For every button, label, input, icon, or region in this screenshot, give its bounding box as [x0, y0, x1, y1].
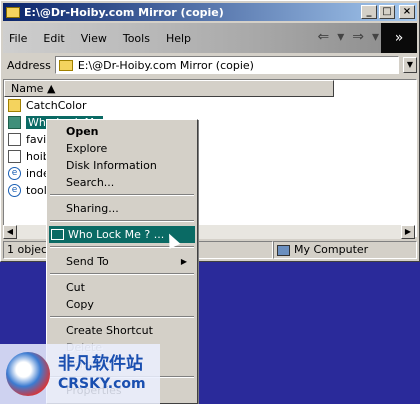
address-dropdown-button[interactable]: ▼ — [403, 57, 417, 73]
logo-icon — [6, 352, 50, 396]
menu-separator — [50, 220, 194, 222]
folder-icon — [58, 59, 73, 71]
address-value: E:\@Dr-Hoiby.com Mirror (copie) — [77, 58, 254, 72]
folder-icon — [8, 116, 21, 129]
menu-item-send-to[interactable]: Send To ▶ — [49, 253, 195, 270]
windows-logo-icon: » — [381, 23, 417, 53]
menu-file[interactable]: File — [9, 32, 27, 45]
internet-explorer-icon: e — [8, 167, 21, 180]
menu-help[interactable]: Help — [166, 32, 191, 45]
menu-item-cut[interactable]: Cut — [49, 279, 195, 296]
file-icon — [8, 150, 21, 163]
address-bar: Address E:\@Dr-Hoiby.com Mirror (copie) … — [3, 55, 417, 75]
folder-icon — [8, 99, 21, 112]
scroll-right-button[interactable]: ▶ — [401, 225, 415, 239]
menu-view[interactable]: View — [81, 32, 107, 45]
folder-icon — [6, 6, 20, 18]
column-header-name[interactable]: Name ▲ — [4, 80, 334, 97]
menu-tools[interactable]: Tools — [123, 32, 150, 45]
window-title: E:\@Dr-Hoiby.com Mirror (copie) — [24, 5, 224, 19]
menu-item-sharing[interactable]: Sharing... — [49, 200, 195, 217]
watermark-text: 非凡软件站 — [58, 354, 143, 374]
menu-item-disk-information[interactable]: Disk Information — [49, 157, 195, 174]
menu-item-open[interactable]: Open — [49, 123, 195, 140]
minimize-button[interactable]: _ — [361, 5, 377, 19]
menu-separator — [50, 194, 194, 196]
nav-buttons: ⇐ ▾ ⇒ ▾ — [317, 29, 379, 45]
title-bar[interactable]: E:\@Dr-Hoiby.com Mirror (copie) _ □ × — [3, 3, 417, 21]
forward-arrow-icon[interactable]: ⇒ — [352, 29, 364, 45]
menu-edit[interactable]: Edit — [43, 32, 64, 45]
back-arrow-icon[interactable]: ⇐ — [317, 29, 329, 45]
scroll-left-button[interactable]: ◀ — [3, 225, 17, 239]
list-item[interactable]: CatchColor — [4, 97, 416, 114]
status-zone: My Computer — [273, 241, 417, 259]
watermark: 非凡软件站 CRSKY.com — [0, 344, 160, 404]
maximize-button[interactable]: □ — [379, 5, 395, 19]
menu-separator — [50, 273, 194, 275]
address-input[interactable]: E:\@Dr-Hoiby.com Mirror (copie) — [54, 56, 399, 74]
menu-item-explore[interactable]: Explore — [49, 140, 195, 157]
dropdown-arrow-icon[interactable]: ▾ — [337, 29, 344, 45]
internet-explorer-icon: e — [8, 184, 21, 197]
dropdown-arrow-icon[interactable]: ▾ — [372, 29, 379, 45]
menu-item-create-shortcut[interactable]: Create Shortcut — [49, 322, 195, 339]
menu-item-search[interactable]: Search... — [49, 174, 195, 191]
menu-item-copy[interactable]: Copy — [49, 296, 195, 313]
address-label: Address — [7, 58, 51, 72]
computer-icon — [277, 244, 290, 256]
file-icon — [8, 133, 21, 146]
window-controls: _ □ × — [361, 5, 415, 19]
menu-separator — [50, 316, 194, 318]
submenu-arrow-icon: ▶ — [180, 257, 187, 266]
close-button[interactable]: × — [399, 5, 415, 19]
watermark-sub: CRSKY.com — [58, 376, 146, 392]
lock-icon — [51, 229, 64, 240]
